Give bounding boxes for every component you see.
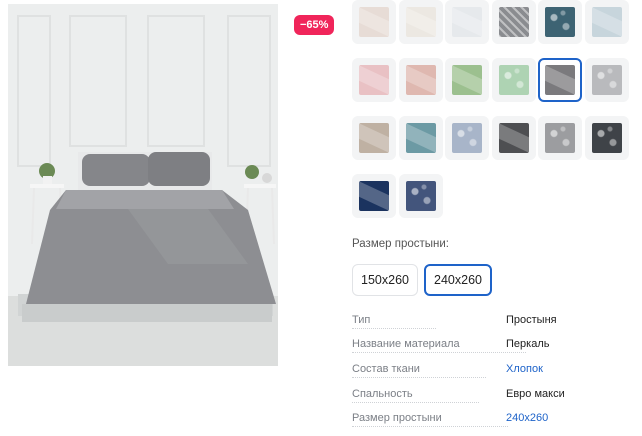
color-swatch-taupe[interactable] xyxy=(352,116,396,160)
fabric-sample xyxy=(545,7,575,37)
spec-key: Состав ткани xyxy=(352,363,486,378)
color-swatch-grey[interactable] xyxy=(538,58,582,102)
fabric-sample xyxy=(498,7,529,37)
color-swatch-light-blue[interactable] xyxy=(584,0,629,44)
spec-key: Размер простыни xyxy=(352,412,508,427)
size-option-label: 240x260 xyxy=(434,273,482,287)
spec-value: Евро макси xyxy=(506,388,565,400)
color-swatch-rose[interactable] xyxy=(398,58,443,102)
color-swatch-navy[interactable] xyxy=(352,174,396,218)
fabric-sample xyxy=(498,65,529,95)
color-swatch-grey-light-pattern[interactable] xyxy=(584,58,629,102)
fabric-sample xyxy=(405,181,436,211)
spec-value-link[interactable]: 240x260 xyxy=(506,412,548,424)
fabric-sample xyxy=(545,65,575,95)
color-swatch-pink[interactable] xyxy=(352,58,396,102)
discount-badge: −65% xyxy=(294,15,335,35)
color-swatch-dark-floral[interactable] xyxy=(584,116,629,160)
spec-row-bed-size: Спальность Евро макси xyxy=(352,388,614,412)
spec-row-sheet-size: Размер простыни 240x260 xyxy=(352,412,614,436)
spec-key: Спальность xyxy=(352,388,478,403)
color-swatch-graphite[interactable] xyxy=(491,116,536,160)
fabric-sample xyxy=(359,65,389,95)
color-swatch-sage[interactable] xyxy=(445,58,489,102)
color-swatch-grey-stripe[interactable] xyxy=(491,0,536,44)
fabric-sample xyxy=(452,7,482,37)
fabric-sample xyxy=(359,123,389,153)
color-swatch-cream[interactable] xyxy=(398,0,443,44)
spec-key: Тип xyxy=(352,314,438,329)
spec-row-material: Название материала Перкаль xyxy=(352,338,614,362)
size-option-150x260[interactable]: 150x260 xyxy=(352,264,418,296)
size-option-label: 150x260 xyxy=(361,273,409,287)
spec-value: Простыня xyxy=(506,314,557,326)
size-option-240x260[interactable]: 240x260 xyxy=(424,264,492,296)
fabric-sample xyxy=(405,65,436,95)
spec-row-type: Тип Простыня xyxy=(352,314,614,338)
spec-row-composition: Состав ткани Хлопок xyxy=(352,363,614,387)
bed-illustration xyxy=(8,4,278,366)
color-swatch-grey-print[interactable] xyxy=(538,116,582,160)
color-swatch-teal[interactable] xyxy=(398,116,443,160)
fabric-sample xyxy=(359,181,389,211)
color-swatch-blue-paisley[interactable] xyxy=(445,116,489,160)
color-swatch-white[interactable] xyxy=(445,0,489,44)
fabric-sample xyxy=(545,123,575,153)
fabric-sample xyxy=(591,7,622,37)
color-swatch-teal-pattern[interactable] xyxy=(538,0,582,44)
size-label: Размер простыни: xyxy=(352,238,449,250)
fabric-sample xyxy=(452,123,482,153)
fabric-sample xyxy=(359,7,389,37)
product-photo[interactable] xyxy=(8,4,278,366)
spec-value: Перкаль xyxy=(506,338,550,350)
fabric-sample xyxy=(405,123,436,153)
spec-key: Название материала xyxy=(352,338,525,353)
spec-value-link[interactable]: Хлопок xyxy=(506,363,543,375)
color-swatch-mint-pattern[interactable] xyxy=(491,58,536,102)
color-swatch-navy-paisley[interactable] xyxy=(398,174,443,218)
fabric-sample xyxy=(498,123,529,153)
fabric-sample xyxy=(591,65,622,95)
fabric-sample xyxy=(591,123,622,153)
color-swatch-beige-light[interactable] xyxy=(352,0,396,44)
fabric-sample xyxy=(405,7,436,37)
fabric-sample xyxy=(452,65,482,95)
